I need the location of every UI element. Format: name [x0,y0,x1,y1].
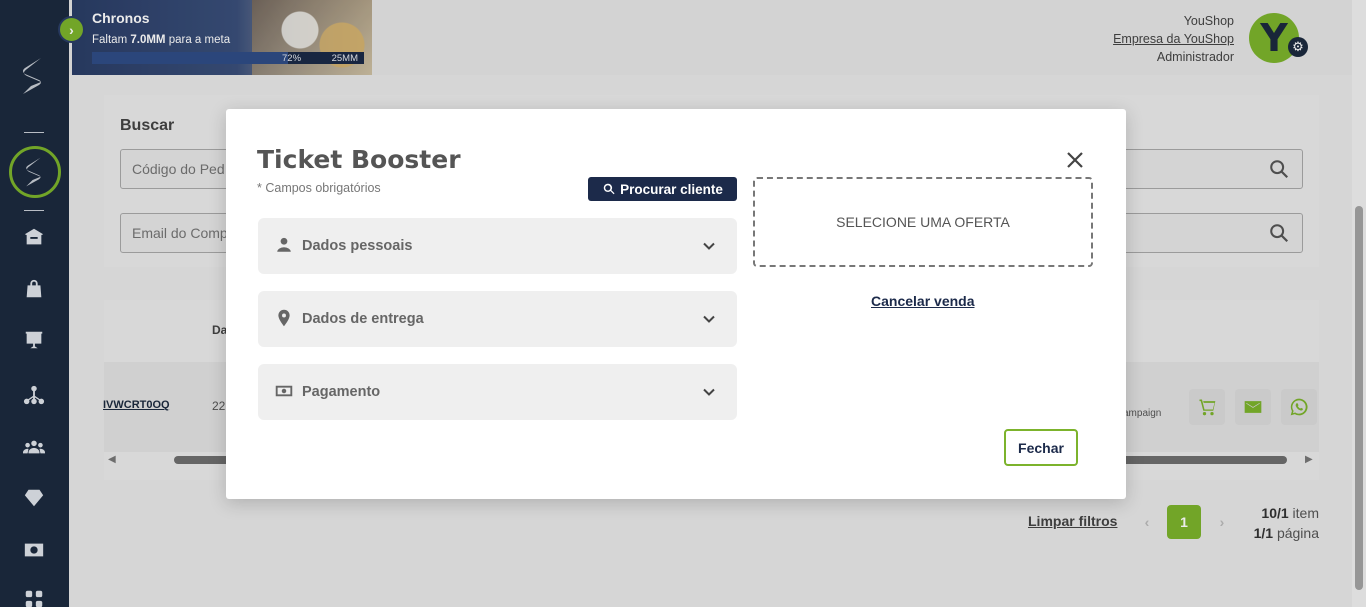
accordion-label: Dados pessoais [302,238,413,254]
close-button[interactable]: Fechar [1004,429,1078,466]
accordion-delivery-data[interactable]: Dados de entrega [258,291,737,347]
modal-title: Ticket Booster [257,145,461,174]
cancel-sale-link[interactable]: Cancelar venda [871,293,975,309]
ticket-booster-modal: Ticket Booster * Campos obrigatórios Pro… [226,109,1126,499]
accordion-payment[interactable]: Pagamento [258,364,737,420]
close-icon [1067,152,1083,168]
close-modal-button[interactable] [1062,147,1088,173]
select-offer-box[interactable]: SELECIONE UMA OFERTA [753,177,1093,267]
search-icon [603,183,615,195]
accordion-label: Dados de entrega [302,311,424,327]
chevron-down-icon [701,311,717,327]
chevron-down-icon [701,238,717,254]
required-fields-note: * Campos obrigatórios [257,181,381,195]
person-icon [275,236,293,254]
accordion-personal-data[interactable]: Dados pessoais [258,218,737,274]
accordion-label: Pagamento [302,384,381,400]
find-client-label: Procurar cliente [620,181,723,197]
location-pin-icon [275,309,293,327]
chevron-down-icon [701,384,717,400]
find-client-button[interactable]: Procurar cliente [588,177,737,201]
cash-icon [275,382,293,400]
